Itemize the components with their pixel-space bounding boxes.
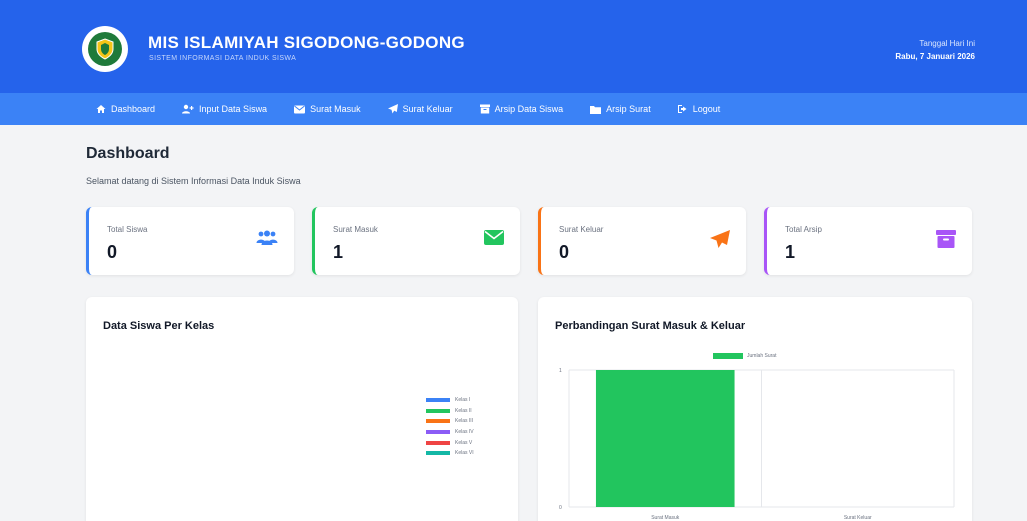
stat-label: Surat Keluar xyxy=(559,225,604,234)
school-subtitle: SISTEM INFORMASI DATA INDUK SISWA xyxy=(149,55,297,62)
pie-chart-legend: Kelas I Kelas II Kelas III Kelas IV Kelas V K… xyxy=(426,395,474,459)
nav-label: Arsip Surat xyxy=(606,104,651,114)
school-logo xyxy=(82,26,128,72)
bar xyxy=(595,370,735,507)
legend-item[interactable]: Kelas V xyxy=(426,437,474,448)
school-title: MIS ISLAMIYAH SIGODONG-GODONG xyxy=(148,33,465,52)
legend-item[interactable]: Kelas II xyxy=(426,406,474,417)
nav-label: Input Data Siswa xyxy=(199,104,268,114)
nav-surat-keluar[interactable]: Surat Keluar xyxy=(387,104,453,114)
paper-plane-icon xyxy=(387,104,398,114)
stat-card-total-arsip: Total Arsip 1 xyxy=(764,207,972,275)
nav-arsip-data-siswa[interactable]: Arsip Data Siswa xyxy=(479,104,564,114)
legend-item[interactable]: Kelas I xyxy=(426,395,474,406)
date-label: Tanggal Hari Ini xyxy=(919,39,975,48)
stat-card-surat-keluar: Surat Keluar 0 xyxy=(538,207,746,275)
archive-icon xyxy=(479,104,490,114)
x-tick-label: Surat Masuk xyxy=(651,515,680,521)
stat-label: Total Arsip xyxy=(785,225,822,234)
x-tick-label: Surat Keluar xyxy=(844,515,872,521)
panel-title: Data Siswa Per Kelas xyxy=(103,320,215,332)
nav-arsip-surat[interactable]: Arsip Surat xyxy=(590,104,651,114)
legend-label: Kelas V xyxy=(455,439,473,446)
y-tick-label: 1 xyxy=(559,368,562,374)
legend-item[interactable]: Kelas VI xyxy=(426,448,474,459)
nav-logout[interactable]: Logout xyxy=(677,104,721,114)
envelope-icon xyxy=(484,230,504,250)
current-date: Rabu, 7 Januari 2026 xyxy=(895,52,975,61)
stat-value: 1 xyxy=(785,242,796,262)
legend-swatch xyxy=(426,430,450,435)
nav-label: Arsip Data Siswa xyxy=(494,104,564,114)
siswa-per-kelas-panel: Data Siswa Per Kelas Kelas I Kelas II Kela… xyxy=(86,297,518,521)
stat-card-surat-masuk: Surat Masuk 1 xyxy=(312,207,520,275)
stat-value: 0 xyxy=(559,242,570,262)
legend-label: Kelas II xyxy=(455,407,472,414)
legend-label: Kelas I xyxy=(455,397,471,404)
legend-swatch xyxy=(426,451,450,456)
archive-icon xyxy=(936,230,956,253)
nav-surat-masuk[interactable]: Surat Masuk xyxy=(294,104,361,114)
legend-label: Kelas VI xyxy=(455,450,474,457)
main-navbar: Dashboard Input Data Siswa Surat Masuk S… xyxy=(0,93,1027,125)
nav-label: Surat Masuk xyxy=(310,104,361,114)
surat-bar-chart: 0 1 Surat Masuk Surat Keluar xyxy=(559,368,955,521)
logout-icon xyxy=(677,105,687,113)
envelope-icon xyxy=(294,105,306,113)
paper-plane-icon xyxy=(710,230,730,253)
app-header: MIS ISLAMIYAH SIGODONG-GODONG SISTEM INF… xyxy=(0,0,1027,93)
nav-input-data-siswa[interactable]: Input Data Siswa xyxy=(182,104,267,114)
school-emblem-icon xyxy=(88,32,122,66)
legend-label: Kelas IV xyxy=(455,429,474,436)
legend-swatch xyxy=(426,419,450,424)
legend-swatch xyxy=(426,408,450,413)
stat-card-total-siswa: Total Siswa 0 xyxy=(86,207,294,275)
stat-label: Total Siswa xyxy=(107,225,148,234)
stat-value: 0 xyxy=(107,242,118,262)
nav-dashboard[interactable]: Dashboard xyxy=(96,104,155,114)
legend-item[interactable]: Kelas IV xyxy=(426,427,474,438)
folder-icon xyxy=(590,105,602,114)
user-plus-icon xyxy=(182,104,194,114)
stat-value: 1 xyxy=(333,242,344,262)
stat-label: Surat Masuk xyxy=(333,225,378,234)
y-tick-label: 0 xyxy=(559,505,562,511)
legend-swatch xyxy=(426,440,450,445)
page-title: Dashboard xyxy=(86,145,170,162)
legend-item[interactable]: Kelas III xyxy=(426,416,474,427)
nav-label: Logout xyxy=(692,104,721,114)
legend-swatch xyxy=(426,398,450,403)
nav-label: Dashboard xyxy=(111,104,156,114)
legend-label: Kelas III xyxy=(455,418,474,425)
surat-comparison-panel: Perbandingan Surat Masuk & Keluar Jumlah… xyxy=(538,297,972,521)
home-icon xyxy=(96,105,106,113)
users-icon xyxy=(256,230,278,251)
nav-label: Surat Keluar xyxy=(402,104,453,114)
page-subtitle: Selamat datang di Sistem Informasi Data … xyxy=(86,176,301,186)
